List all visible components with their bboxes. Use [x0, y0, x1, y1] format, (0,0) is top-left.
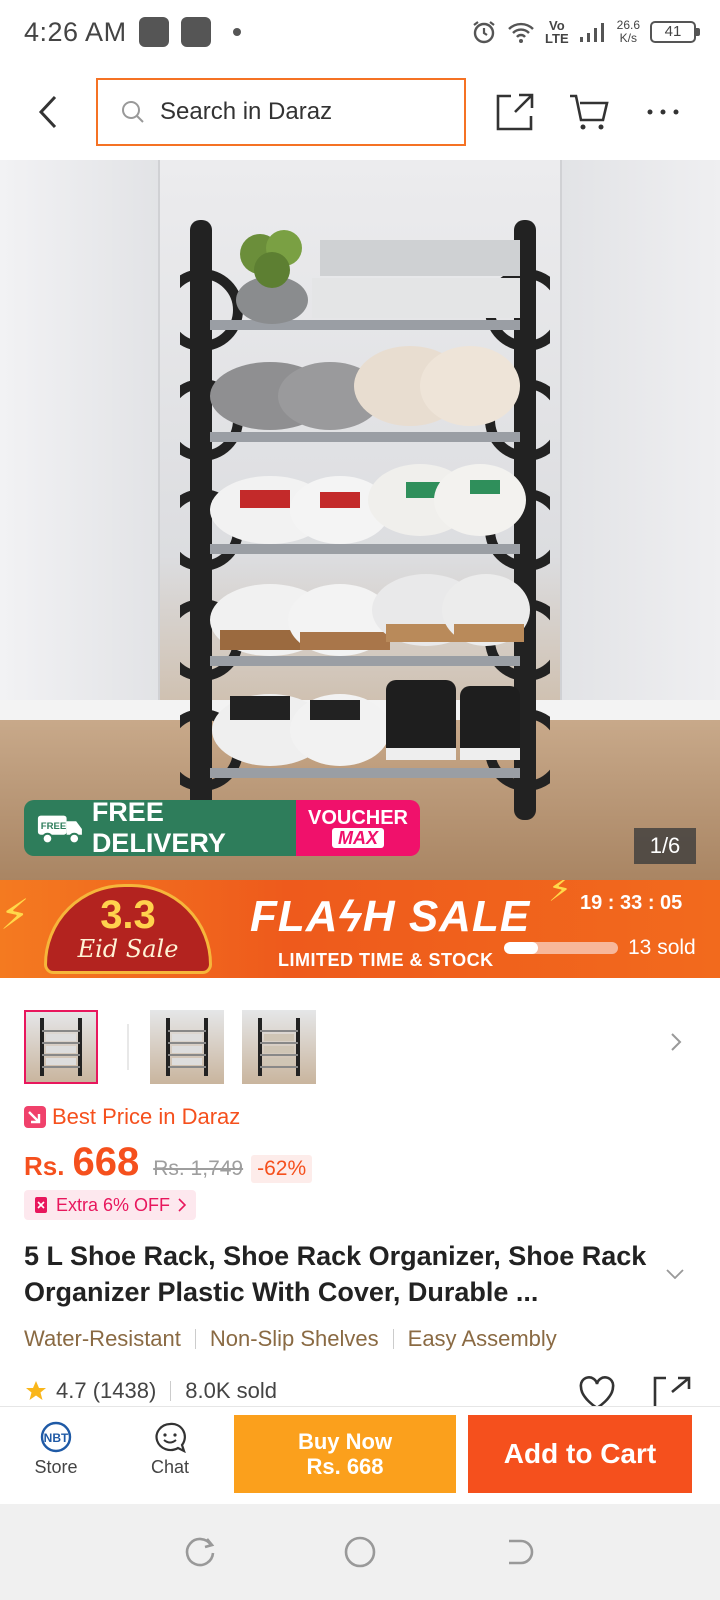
chat-icon	[155, 1422, 186, 1453]
back-button[interactable]	[0, 64, 96, 160]
chevron-down-icon	[666, 1269, 684, 1280]
status-time: 4:26 AM	[24, 16, 127, 47]
shoe-rack-thumbnail	[258, 1018, 300, 1076]
thumbnail-1[interactable]	[24, 1010, 98, 1084]
original-price: Rs. 1,749	[153, 1157, 244, 1180]
top-header: Search in Daraz	[0, 64, 720, 160]
heart-icon	[579, 1376, 615, 1410]
product-features: Water-Resistant Non-Slip Shelves Easy As…	[24, 1326, 557, 1352]
product-title: 5 L Shoe Rack, Shoe Rack Organizer, Shoe…	[24, 1241, 647, 1307]
network-type: Vo LTE	[545, 18, 569, 46]
delivery-truck-icon: FREE	[37, 815, 82, 845]
extra-off-label: Extra 6% OFF	[56, 1194, 171, 1215]
image-thumbnails	[0, 1010, 720, 1086]
free-delivery-voucher-badge: FREE FREE DELIVERY VOUCHER MAX	[24, 800, 420, 856]
eid-sale-badge: 3.3 Eid Sale	[44, 884, 212, 974]
sold-progress-fill	[504, 942, 539, 954]
star-icon	[26, 1381, 46, 1400]
alarm-icon	[473, 21, 495, 44]
search-input[interactable]: Search in Daraz	[96, 78, 466, 146]
buy-now-button[interactable]: Buy Now Rs. 668	[234, 1415, 456, 1493]
chevron-right-icon	[178, 1198, 187, 1212]
data-speed: 26.6 K/s	[616, 18, 640, 45]
home-icon[interactable]	[343, 1535, 377, 1569]
buy-now-price: Rs. 668	[306, 1454, 384, 1479]
shoe-rack-thumbnail	[166, 1018, 208, 1076]
rating-value: 4.7 (1438)	[56, 1378, 157, 1403]
flash-sale-banner[interactable]: ⚡ ⚡ 3.3 Eid Sale FLAϟH SALE LIMITED TIME…	[0, 880, 720, 978]
more-dots-icon	[647, 109, 679, 115]
chat-label: Chat	[150, 1457, 190, 1477]
svg-text:FREE: FREE	[41, 821, 66, 832]
wifi-icon	[508, 22, 534, 43]
share-icon	[496, 93, 534, 131]
price-currency: Rs.	[24, 1151, 65, 1181]
voucher-max-label: MAX	[332, 828, 384, 848]
feature-tag: Easy Assembly	[407, 1326, 557, 1351]
notification-icon	[180, 17, 211, 47]
image-page-indicator: 1/6	[634, 828, 696, 864]
store-logo-icon: NBT	[40, 1421, 72, 1453]
thumbnail-3[interactable]	[242, 1010, 316, 1084]
lightning-icon: ⚡	[548, 880, 572, 909]
thumbnail-2[interactable]	[150, 1010, 224, 1084]
status-bar: 4:26 AM Vo LTE 26.6 K/s 41	[0, 0, 720, 64]
search-placeholder: Search in Daraz	[160, 98, 333, 125]
voucher-label: VOUCHER	[307, 807, 408, 829]
feature-tag: Non-Slip Shelves	[209, 1326, 379, 1351]
free-delivery-label: FREE DELIVERY	[91, 800, 226, 856]
sold-count: 13 sold	[628, 936, 696, 959]
flash-sale-countdown: 19 : 33 : 05	[580, 892, 683, 914]
chevron-left-icon	[38, 95, 57, 129]
cart-icon	[570, 94, 609, 130]
sold-count-total: 8.0K sold	[185, 1378, 278, 1403]
cart-button[interactable]	[552, 64, 626, 160]
signal-icon	[579, 23, 604, 42]
voucher-icon	[35, 1197, 47, 1213]
search-icon	[122, 101, 144, 123]
store-button[interactable]: NBT Store	[16, 1421, 96, 1478]
battery-icon: 41	[650, 21, 700, 43]
share-button[interactable]	[478, 64, 552, 160]
bottom-action-bar: NBT Store Chat Buy Now Rs. 668 Add to Ca…	[0, 1406, 720, 1504]
shoe-rack-image	[180, 220, 550, 820]
best-price-label: Best Price in Daraz	[52, 1104, 241, 1129]
price-tag-icon	[24, 1106, 46, 1128]
buy-now-label: Buy Now	[297, 1429, 393, 1454]
product-image-carousel[interactable]: FREE FREE DELIVERY VOUCHER MAX 1/6	[0, 160, 720, 880]
expand-title-button[interactable]	[666, 1266, 684, 1284]
extra-off-voucher[interactable]: Extra 6% OFF	[24, 1190, 197, 1220]
best-price-badge: Best Price in Daraz	[24, 1104, 240, 1130]
eid-sale-text: Eid Sale	[77, 935, 179, 963]
sold-progress-bar	[504, 942, 618, 954]
svg-text:NBT: NBT	[44, 1431, 69, 1445]
discount-badge: -62%	[251, 1155, 313, 1183]
add-to-cart-button[interactable]: Add to Cart	[468, 1415, 692, 1493]
eid-sale-number: 3.3	[100, 893, 156, 937]
price-row: Rs. 668 Rs. 1,749 -62%	[24, 1140, 313, 1185]
flash-sale-subtitle: LIMITED TIME & STOCK	[278, 950, 494, 970]
system-navigation-bar	[0, 1504, 720, 1600]
chevron-right-icon	[671, 1033, 682, 1051]
shoe-rack-thumbnail	[40, 1018, 82, 1076]
chat-button[interactable]: Chat	[130, 1421, 210, 1478]
share-icon	[653, 1376, 691, 1406]
back-nav-icon[interactable]	[503, 1535, 537, 1569]
more-notifications-icon	[232, 28, 241, 36]
feature-tag: Water-Resistant	[24, 1326, 181, 1351]
thumbnails-next-button[interactable]	[670, 1032, 682, 1057]
notification-icon	[138, 17, 169, 47]
recent-apps-icon[interactable]	[183, 1535, 217, 1569]
store-label: Store	[34, 1457, 78, 1477]
flash-sale-title: FLAϟH SALE	[250, 892, 531, 941]
current-price: 668	[72, 1140, 140, 1184]
lightning-icon: ⚡	[0, 891, 30, 938]
more-options-button[interactable]	[626, 64, 700, 160]
rating-row[interactable]: 4.7 (1438) 8.0K sold	[24, 1378, 277, 1404]
